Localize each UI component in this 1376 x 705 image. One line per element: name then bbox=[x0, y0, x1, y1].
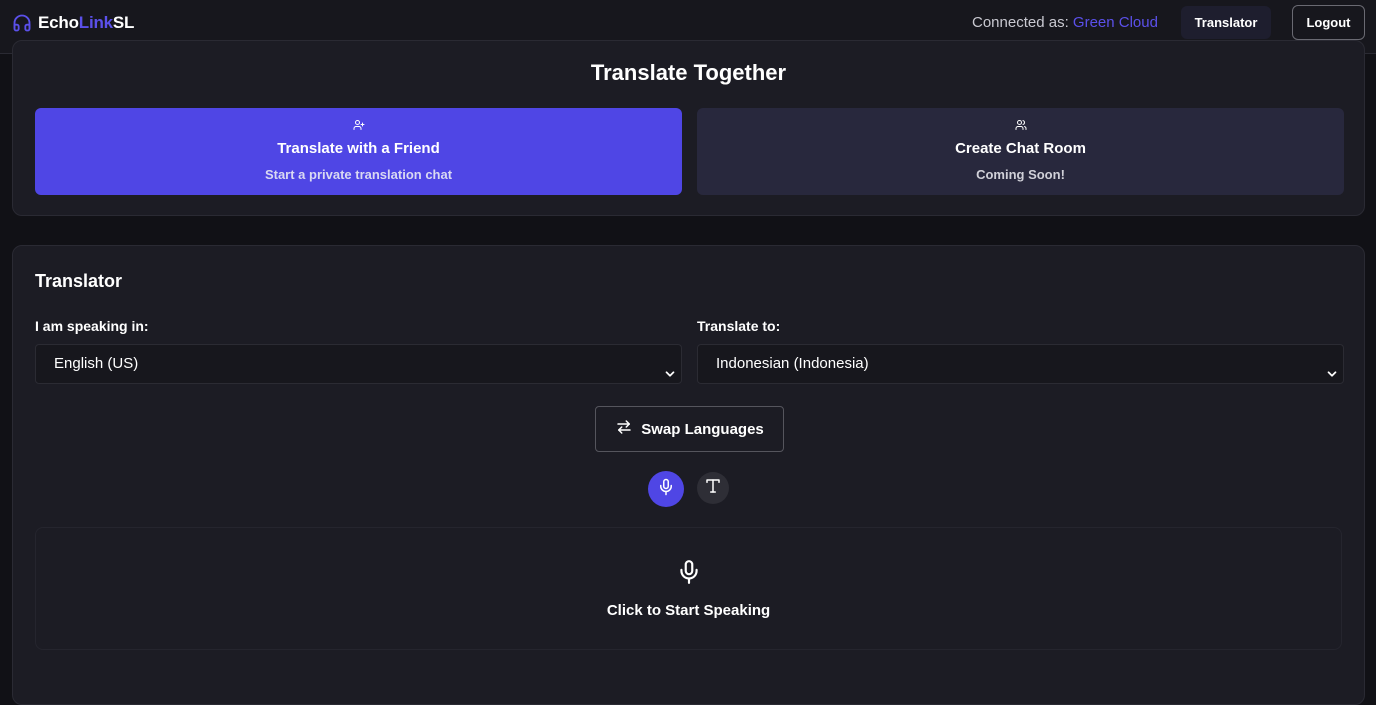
connected-label: Connected as: bbox=[972, 14, 1069, 31]
microphone-icon bbox=[676, 557, 702, 592]
voice-mode-button[interactable] bbox=[648, 471, 684, 507]
connected-user: Green Cloud bbox=[1072, 14, 1158, 31]
translate-with-friend-option[interactable]: Translate with a Friend Start a private … bbox=[35, 108, 682, 195]
brand-part-link: Link bbox=[78, 13, 113, 32]
room-option-title: Create Chat Room bbox=[955, 140, 1086, 157]
source-language-value: English (US) bbox=[54, 355, 139, 372]
create-chat-room-option[interactable]: Create Chat Room Coming Soon! bbox=[697, 108, 1344, 195]
logout-button[interactable]: Logout bbox=[1292, 5, 1365, 40]
source-language-select[interactable]: English (US) bbox=[35, 344, 682, 384]
translate-together-title: Translate Together bbox=[590, 60, 787, 85]
brand-part-sl: SL bbox=[112, 13, 135, 32]
friend-option-subtitle: Start a private translation chat bbox=[264, 167, 453, 182]
source-language-label: I am speaking in: bbox=[35, 318, 149, 334]
room-option-subtitle: Coming Soon! bbox=[976, 167, 1065, 182]
users-icon bbox=[1015, 118, 1027, 136]
text-mode-button[interactable] bbox=[697, 472, 729, 504]
microphone-icon bbox=[657, 478, 675, 501]
translate-together-card: Translate Together Translate with a Frie… bbox=[12, 40, 1365, 216]
swap-languages-label: Swap Languages bbox=[641, 420, 764, 438]
headphones-icon bbox=[12, 13, 32, 33]
translator-title: Translator bbox=[35, 271, 123, 291]
text-icon bbox=[704, 477, 722, 500]
chevron-down-icon bbox=[663, 358, 677, 396]
swap-languages-button[interactable]: Swap Languages bbox=[595, 406, 784, 452]
brand-name: EchoLinkSL bbox=[38, 13, 134, 33]
chevron-down-icon bbox=[1325, 358, 1339, 396]
translator-nav-button[interactable]: Translator bbox=[1181, 6, 1271, 39]
swap-arrows-icon bbox=[615, 418, 633, 440]
user-plus-icon bbox=[353, 118, 365, 136]
brand-logo[interactable]: EchoLinkSL bbox=[12, 12, 134, 34]
connection-status: Connected as: Green Cloud bbox=[972, 14, 1158, 31]
target-language-value: Indonesian (Indonesia) bbox=[716, 355, 869, 372]
translator-card: Translator I am speaking in: Translate t… bbox=[12, 245, 1365, 705]
target-language-label: Translate to: bbox=[697, 318, 781, 334]
start-speaking-label: Click to Start Speaking bbox=[606, 602, 771, 619]
start-speaking-area[interactable]: Click to Start Speaking bbox=[35, 527, 1342, 650]
target-language-select[interactable]: Indonesian (Indonesia) bbox=[697, 344, 1344, 384]
friend-option-title: Translate with a Friend bbox=[277, 140, 440, 157]
brand-part-echo: Echo bbox=[38, 13, 79, 32]
